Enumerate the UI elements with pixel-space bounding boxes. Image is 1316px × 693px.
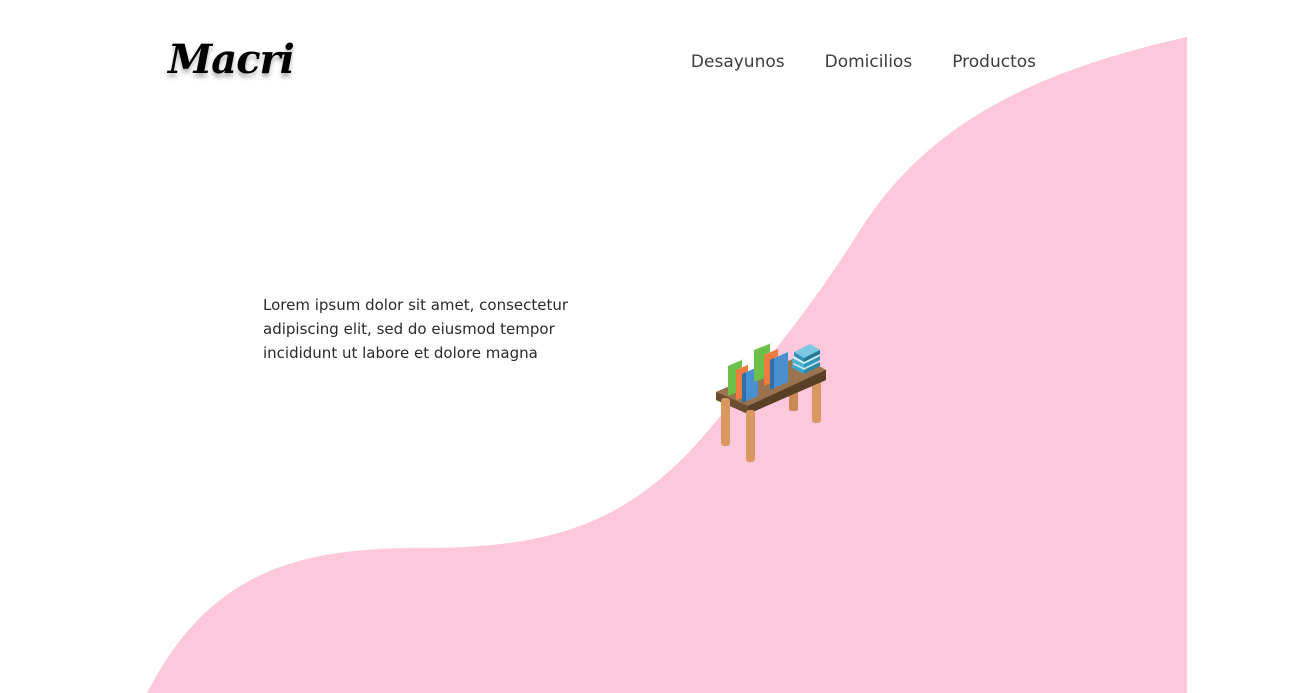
- nav-link-domicilios[interactable]: Domicilios: [825, 52, 913, 72]
- brand-logo[interactable]: Macri: [168, 40, 295, 80]
- bookshelf-table-icon: [716, 342, 826, 462]
- landing-page: Macri Desayunos Domicilios Productos Lor…: [0, 0, 1316, 693]
- nav-link-productos[interactable]: Productos: [952, 52, 1036, 72]
- nav-link-desayunos[interactable]: Desayunos: [691, 52, 785, 72]
- main-nav: Desayunos Domicilios Productos: [691, 52, 1036, 72]
- hero-description: Lorem ipsum dolor sit amet, consectetur …: [263, 296, 569, 362]
- pink-wave-background: [147, 37, 1187, 693]
